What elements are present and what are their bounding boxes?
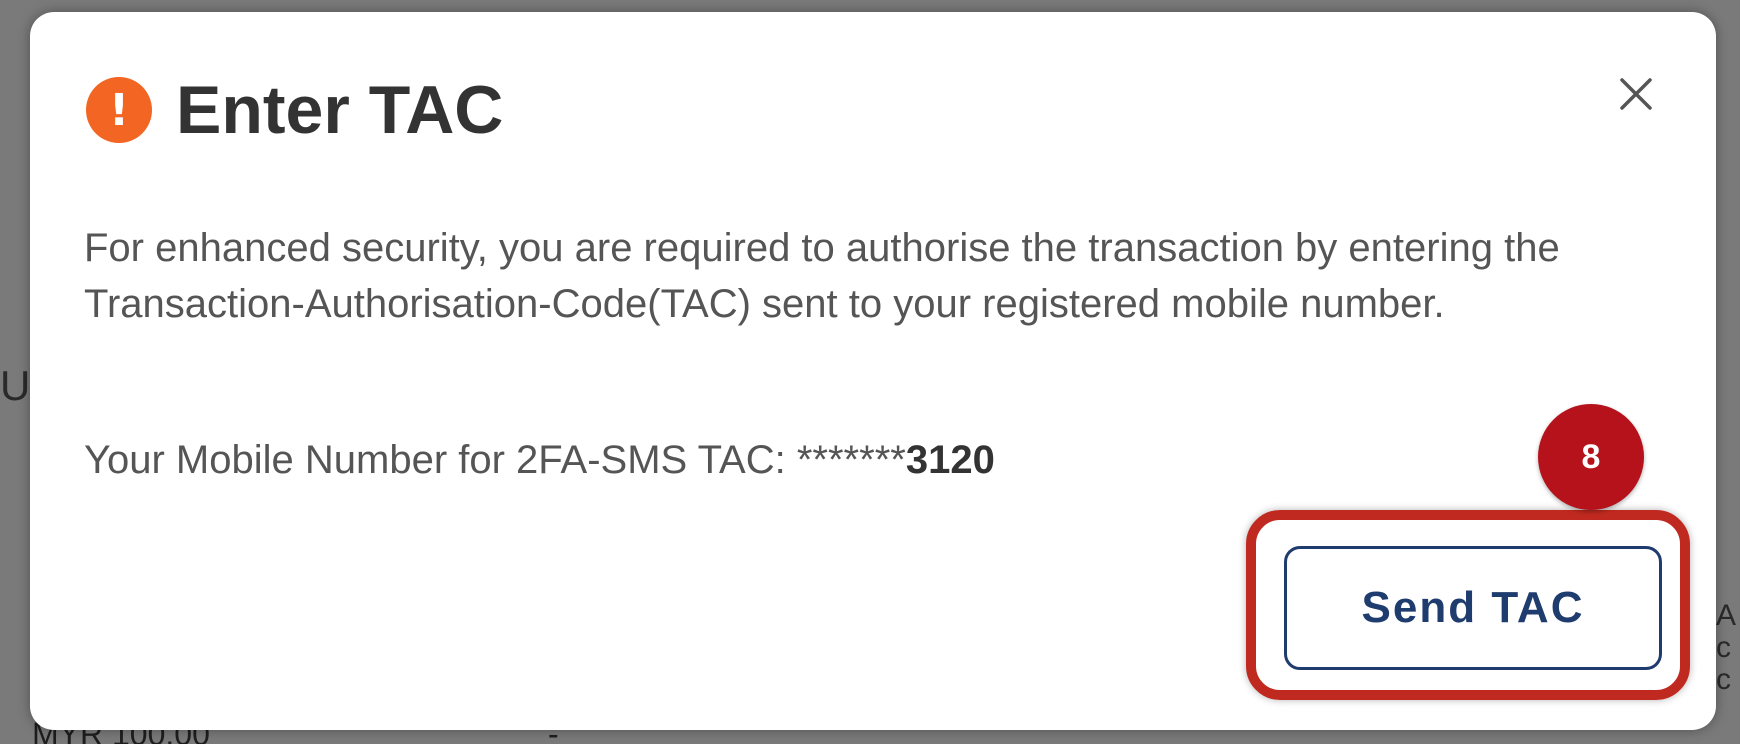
- send-tac-button[interactable]: Send TAC: [1284, 546, 1662, 670]
- mobile-number-last-digits: 3120: [905, 438, 995, 482]
- mobile-number-line: Your Mobile Number for 2FA-SMS TAC: ****…: [84, 432, 995, 488]
- close-button[interactable]: [1612, 70, 1660, 118]
- background-text-left: U: [0, 362, 31, 409]
- annotation-step-badge: 8: [1538, 404, 1644, 510]
- close-icon: [1620, 78, 1652, 110]
- mobile-number-label: Your Mobile Number for 2FA-SMS TAC:: [84, 438, 797, 482]
- screen: U A c c MYR 100.00 - ! Enter TAC For enh…: [0, 0, 1740, 744]
- tac-dialog: ! Enter TAC For enhanced security, you a…: [30, 12, 1716, 730]
- mobile-number-masked: *******: [796, 438, 906, 482]
- background-text-right: A c c: [1715, 599, 1736, 696]
- dialog-header: ! Enter TAC: [86, 70, 503, 150]
- alert-exclamation-icon: !: [86, 77, 152, 143]
- dialog-description: For enhanced security, you are required …: [84, 226, 1560, 326]
- dialog-title: Enter TAC: [176, 72, 504, 148]
